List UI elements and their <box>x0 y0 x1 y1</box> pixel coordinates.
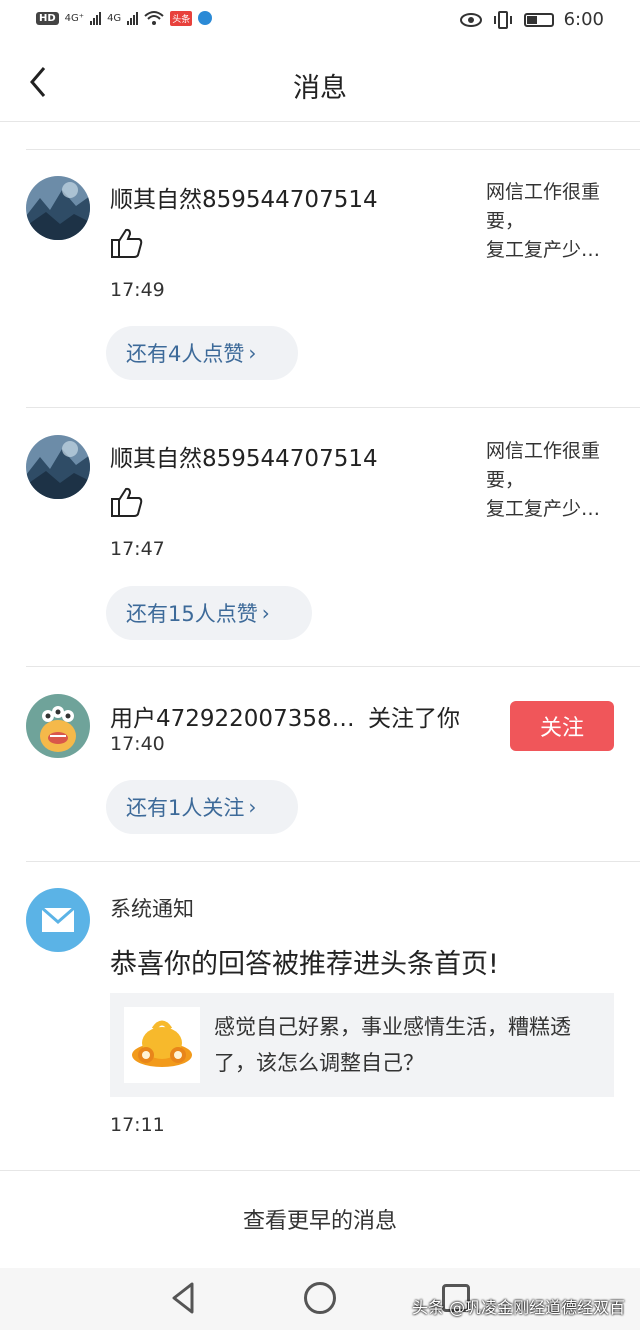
chevron-right-icon: › <box>261 601 270 625</box>
battery-icon <box>523 12 554 27</box>
divider <box>26 407 640 408</box>
signal-bars-icon <box>90 11 102 25</box>
username[interactable]: 顺其自然859544707514 <box>110 439 378 473</box>
more-likes-label: 还有15人点赞 <box>126 602 258 626</box>
divider <box>26 666 640 667</box>
avatar[interactable] <box>26 435 90 499</box>
toutiao-app-icon: 头条 <box>170 10 193 26</box>
nav-back-icon[interactable] <box>166 1280 202 1316</box>
hd-badge: HD <box>36 11 59 25</box>
divider <box>26 149 640 150</box>
app-notification-icon <box>198 11 213 25</box>
system-notice-headline: 恭喜你的回答被推荐进头条首页! <box>110 949 499 980</box>
signal-label-2: 4G <box>107 12 122 24</box>
page-title: 消息 <box>293 73 347 104</box>
quoted-post-snippet[interactable]: 网信工作很重要， 复工复产少… <box>486 178 618 265</box>
header: 消息 <box>0 44 640 122</box>
watermark: 头条 @巩凌金刚经道德经双百 <box>412 1298 626 1317</box>
status-bar: HD 4G⁺ 4G 头条 6:00 <box>0 0 640 44</box>
username[interactable]: 用户472922007358… <box>110 699 355 733</box>
more-likes-button[interactable]: 还有15人点赞 › <box>106 586 312 640</box>
username[interactable]: 顺其自然859544707514 <box>110 180 378 214</box>
system-notice-title: 系统通知 <box>110 897 194 921</box>
more-followers-button[interactable]: 还有1人关注 › <box>106 780 298 834</box>
cloud-logo-icon <box>124 1007 200 1083</box>
avatar[interactable] <box>26 176 90 240</box>
recommended-answer-card[interactable]: 感觉自己好累，事业感情生活，糟糕透了，该怎么调整自己？ <box>110 993 614 1097</box>
timestamp: 17:40 <box>110 733 165 755</box>
system-avatar <box>26 888 90 952</box>
vibrate-icon <box>493 10 512 29</box>
chevron-right-icon: › <box>248 795 257 819</box>
more-followers-label: 还有1人关注 <box>126 796 245 820</box>
follow-action-text: 关注了你 <box>368 706 460 732</box>
nav-home-icon[interactable] <box>304 1282 336 1314</box>
chevron-right-icon: › <box>248 341 257 365</box>
clock: 6:00 <box>563 9 604 30</box>
avatar[interactable] <box>26 694 90 758</box>
thumbs-up-icon <box>111 228 143 258</box>
timestamp: 17:11 <box>110 1114 165 1136</box>
signal-label-1: 4G⁺ <box>64 12 85 24</box>
quoted-post-snippet[interactable]: 网信工作很重要， 复工复产少… <box>486 437 618 524</box>
signal-bars-icon <box>127 11 139 25</box>
eye-icon <box>459 12 482 27</box>
more-likes-button[interactable]: 还有4人点赞 › <box>106 326 298 380</box>
card-question-text: 感觉自己好累，事业感情生活，糟糕透了，该怎么调整自己？ <box>214 1015 571 1075</box>
timestamp: 17:49 <box>110 279 165 301</box>
thumbs-up-icon <box>111 487 143 517</box>
divider <box>26 861 640 862</box>
more-likes-label: 还有4人点赞 <box>126 342 245 366</box>
follow-button[interactable]: 关注 <box>510 701 614 751</box>
wifi-icon <box>144 11 164 25</box>
envelope-icon <box>41 906 75 932</box>
timestamp: 17:47 <box>110 538 165 560</box>
view-earlier-messages-link[interactable]: 查看更早的消息 <box>0 1170 640 1266</box>
